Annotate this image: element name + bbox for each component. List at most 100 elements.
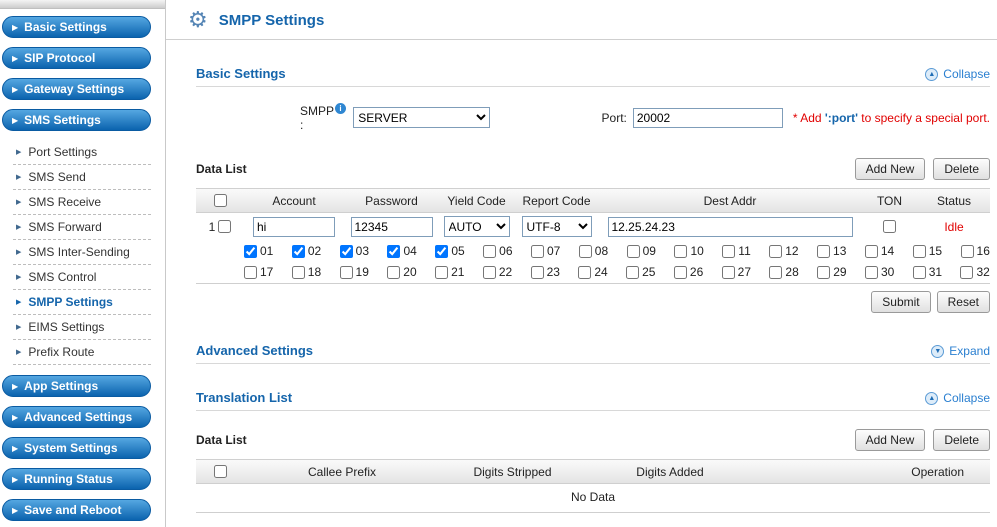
port-option-25[interactable]: 25 — [626, 265, 655, 279]
port-option-05[interactable]: 05 — [435, 244, 464, 258]
port-checkbox-16[interactable] — [961, 245, 974, 258]
delete-button[interactable]: Delete — [933, 158, 990, 180]
sidebar-item-prefix-route[interactable]: ▶Prefix Route — [13, 340, 151, 365]
port-option-22[interactable]: 22 — [483, 265, 512, 279]
port-option-27[interactable]: 27 — [722, 265, 751, 279]
port-option-08[interactable]: 08 — [579, 244, 608, 258]
port-option-32[interactable]: 32 — [960, 265, 989, 279]
port-option-19[interactable]: 19 — [340, 265, 369, 279]
port-option-21[interactable]: 21 — [435, 265, 464, 279]
port-checkbox-17[interactable] — [244, 266, 257, 279]
port-option-01[interactable]: 01 — [244, 244, 273, 258]
sidebar-item-smpp-settings[interactable]: ▶SMPP Settings — [13, 290, 151, 315]
port-checkbox-21[interactable] — [435, 266, 448, 279]
port-checkbox-19[interactable] — [340, 266, 353, 279]
smpp-mode-select[interactable]: SERVER — [353, 107, 489, 128]
advanced-settings-expand-link[interactable]: ▼ Expand — [931, 344, 990, 358]
translation-delete-button[interactable]: Delete — [933, 429, 990, 451]
port-checkbox-10[interactable] — [674, 245, 687, 258]
port-checkbox-07[interactable] — [531, 245, 544, 258]
sidebar-item-basic-settings[interactable]: ▶Basic Settings — [2, 16, 151, 38]
sidebar-item-sms-send[interactable]: ▶SMS Send — [13, 165, 151, 190]
port-option-31[interactable]: 31 — [913, 265, 942, 279]
sidebar-item-advanced-settings[interactable]: ▶Advanced Settings — [2, 406, 151, 428]
port-checkbox-06[interactable] — [483, 245, 496, 258]
sidebar-item-port-settings[interactable]: ▶Port Settings — [13, 140, 151, 165]
select-all-checkbox[interactable] — [214, 194, 227, 207]
port-option-12[interactable]: 12 — [769, 244, 798, 258]
port-checkbox-05[interactable] — [435, 245, 448, 258]
port-checkbox-28[interactable] — [769, 266, 782, 279]
report-code-select[interactable]: UTF-8 — [522, 216, 592, 237]
port-checkbox-27[interactable] — [722, 266, 735, 279]
translation-add-new-button[interactable]: Add New — [855, 429, 926, 451]
port-checkbox-13[interactable] — [817, 245, 830, 258]
port-checkbox-24[interactable] — [578, 266, 591, 279]
port-checkbox-32[interactable] — [960, 266, 973, 279]
port-checkbox-20[interactable] — [387, 266, 400, 279]
dest-addr-input[interactable] — [608, 217, 853, 237]
basic-settings-collapse-link[interactable]: ▲ Collapse — [925, 67, 990, 81]
info-icon[interactable]: i — [335, 103, 346, 114]
port-checkbox-26[interactable] — [674, 266, 687, 279]
port-option-23[interactable]: 23 — [531, 265, 560, 279]
port-checkbox-29[interactable] — [817, 266, 830, 279]
port-checkbox-12[interactable] — [769, 245, 782, 258]
port-option-16[interactable]: 16 — [961, 244, 990, 258]
port-option-18[interactable]: 18 — [292, 265, 321, 279]
port-input[interactable] — [633, 108, 783, 128]
port-option-04[interactable]: 04 — [387, 244, 416, 258]
translation-select-all-checkbox[interactable] — [214, 465, 227, 478]
port-checkbox-02[interactable] — [292, 245, 305, 258]
port-checkbox-01[interactable] — [244, 245, 257, 258]
sidebar-item-app-settings[interactable]: ▶App Settings — [2, 375, 151, 397]
port-option-30[interactable]: 30 — [865, 265, 894, 279]
port-option-14[interactable]: 14 — [865, 244, 894, 258]
sidebar-item-sms-settings[interactable]: ▶SMS Settings — [2, 109, 151, 131]
port-option-06[interactable]: 06 — [483, 244, 512, 258]
port-option-09[interactable]: 09 — [627, 244, 656, 258]
port-option-10[interactable]: 10 — [674, 244, 703, 258]
port-option-15[interactable]: 15 — [913, 244, 942, 258]
port-option-29[interactable]: 29 — [817, 265, 846, 279]
reset-button[interactable]: Reset — [937, 291, 990, 313]
port-option-13[interactable]: 13 — [817, 244, 846, 258]
port-checkbox-03[interactable] — [340, 245, 353, 258]
port-option-07[interactable]: 07 — [531, 244, 560, 258]
port-option-03[interactable]: 03 — [340, 244, 369, 258]
ton-checkbox[interactable] — [883, 220, 896, 233]
sidebar-item-gateway-settings[interactable]: ▶Gateway Settings — [2, 78, 151, 100]
password-input[interactable] — [351, 217, 433, 237]
port-checkbox-18[interactable] — [292, 266, 305, 279]
port-checkbox-14[interactable] — [865, 245, 878, 258]
sidebar-item-sms-forward[interactable]: ▶SMS Forward — [13, 215, 151, 240]
port-checkbox-04[interactable] — [387, 245, 400, 258]
port-checkbox-08[interactable] — [579, 245, 592, 258]
port-option-11[interactable]: 11 — [722, 244, 750, 258]
yield-code-select[interactable]: AUTO — [444, 216, 510, 237]
port-option-26[interactable]: 26 — [674, 265, 703, 279]
port-option-17[interactable]: 17 — [244, 265, 273, 279]
row-select-checkbox[interactable] — [218, 220, 231, 233]
sidebar-item-sms-receive[interactable]: ▶SMS Receive — [13, 190, 151, 215]
sidebar-item-save-and-reboot[interactable]: ▶Save and Reboot — [2, 499, 151, 521]
account-input[interactable] — [253, 217, 335, 237]
port-checkbox-25[interactable] — [626, 266, 639, 279]
translation-list-collapse-link[interactable]: ▲ Collapse — [925, 391, 990, 405]
port-checkbox-09[interactable] — [627, 245, 640, 258]
sidebar-item-sms-inter-sending[interactable]: ▶SMS Inter-Sending — [13, 240, 151, 265]
port-checkbox-22[interactable] — [483, 266, 496, 279]
port-option-02[interactable]: 02 — [292, 244, 321, 258]
port-checkbox-11[interactable] — [722, 245, 735, 258]
sidebar-item-sip-protocol[interactable]: ▶SIP Protocol — [2, 47, 151, 69]
port-checkbox-23[interactable] — [531, 266, 544, 279]
sidebar-item-system-settings[interactable]: ▶System Settings — [2, 437, 151, 459]
sidebar-item-running-status[interactable]: ▶Running Status — [2, 468, 151, 490]
port-option-20[interactable]: 20 — [387, 265, 416, 279]
sidebar-item-sms-control[interactable]: ▶SMS Control — [13, 265, 151, 290]
submit-button[interactable]: Submit — [871, 291, 930, 313]
port-option-24[interactable]: 24 — [578, 265, 607, 279]
port-checkbox-30[interactable] — [865, 266, 878, 279]
add-new-button[interactable]: Add New — [855, 158, 926, 180]
port-option-28[interactable]: 28 — [769, 265, 798, 279]
